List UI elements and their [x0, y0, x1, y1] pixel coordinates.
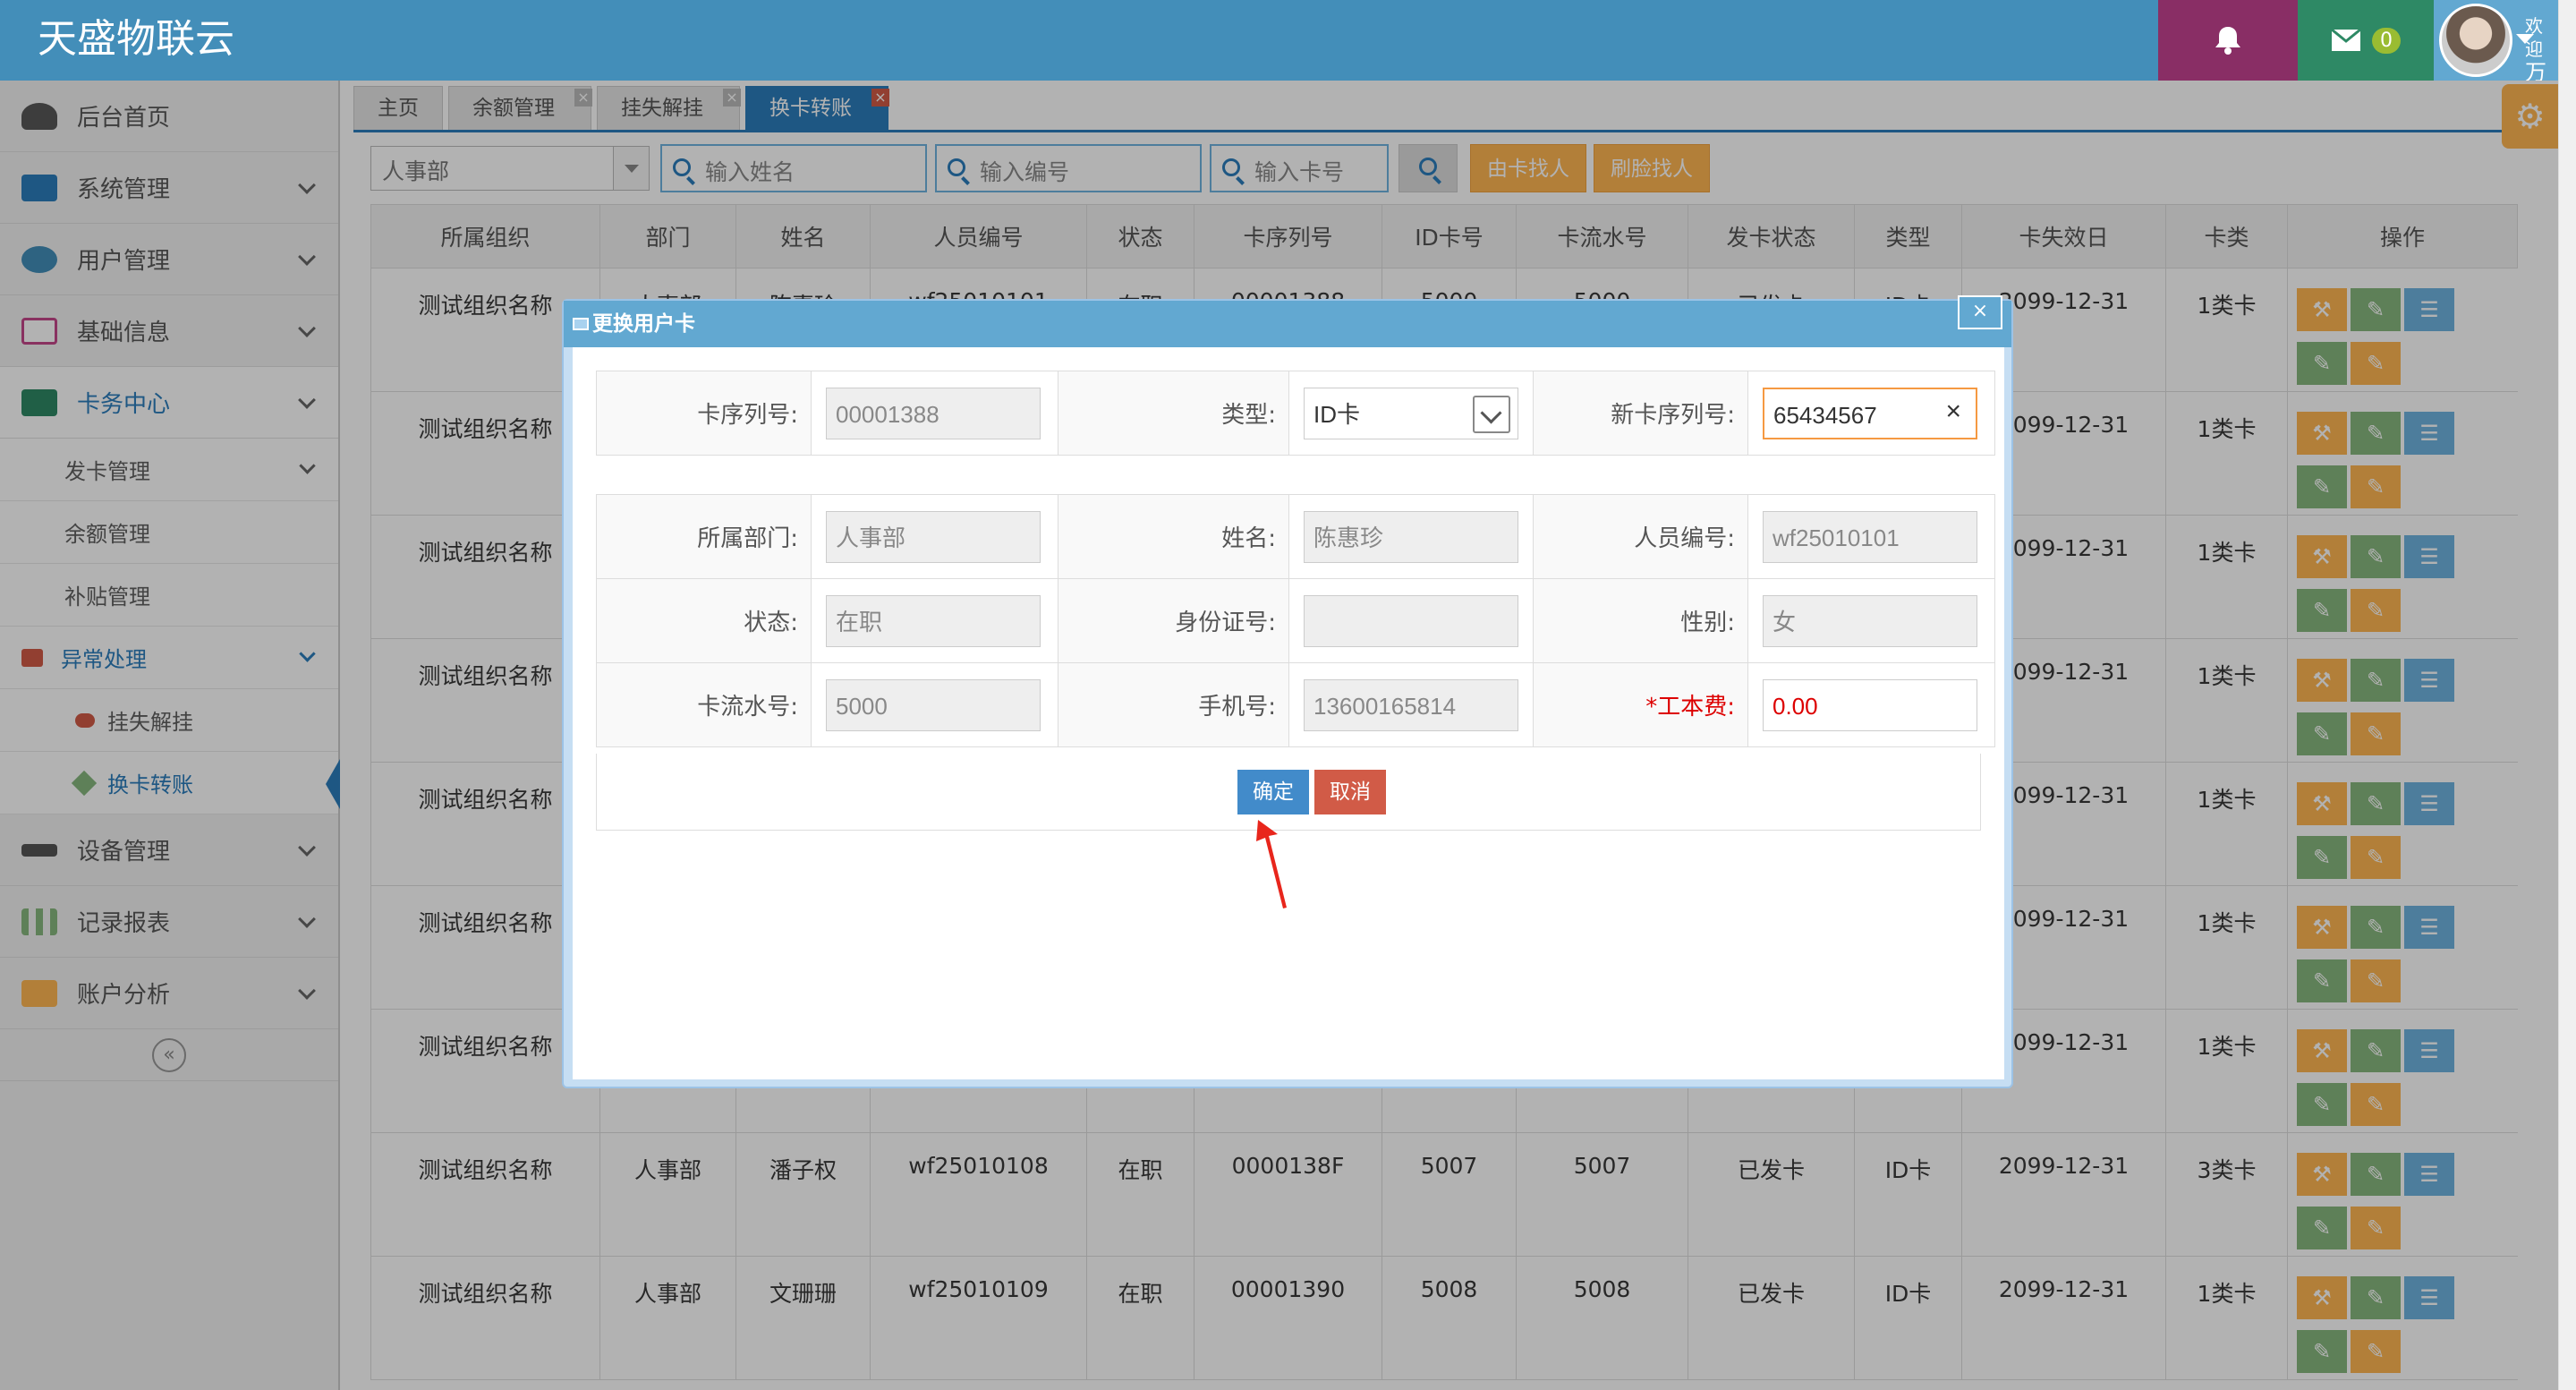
window-icon — [573, 318, 589, 330]
brand-title[interactable]: 天盛物联云 — [38, 13, 234, 66]
phone-field: 13600165814 — [1304, 678, 1518, 731]
status-label: 状态: — [596, 578, 812, 663]
new-serial-label: 新卡序列号: — [1533, 371, 1748, 456]
annotation-arrow-icon — [1256, 820, 1287, 908]
clear-icon[interactable]: × — [1945, 397, 1961, 425]
dept-label: 所属部门: — [596, 494, 812, 579]
gender-field: 女 — [1763, 594, 1977, 647]
page-scrollbar[interactable] — [2558, 0, 2576, 1390]
person-id-label: 人员编号: — [1533, 494, 1748, 579]
chevron-down-icon[interactable] — [1473, 395, 1510, 433]
notifications-button[interactable] — [2158, 0, 2298, 81]
confirm-button[interactable]: 确定 — [1237, 770, 1309, 814]
avatar — [2439, 4, 2512, 77]
id-number-label: 身份证号: — [1058, 578, 1289, 663]
envelope-icon — [2331, 29, 2361, 51]
type-select[interactable]: ID卡 — [1304, 387, 1518, 439]
dialog-close-button[interactable]: × — [1958, 295, 2002, 329]
mail-count-badge: 0 — [2372, 27, 2401, 54]
navbar: 天盛物联云 0 欢迎 万家 — [0, 0, 2576, 107]
replace-card-dialog: 更换用户卡 × 卡序列号: 00001388 类型: ID卡 新卡序列号: 65… — [562, 295, 2013, 1088]
bell-icon — [2215, 27, 2240, 55]
serial-field: 00001388 — [826, 387, 1041, 439]
fee-input[interactable]: 0.00 — [1763, 678, 1977, 731]
user-menu[interactable]: 欢迎 万家 — [2434, 0, 2558, 107]
dialog-body: 卡序列号: 00001388 类型: ID卡 新卡序列号: 65434567 × … — [573, 347, 2004, 1079]
phone-label: 手机号: — [1058, 662, 1289, 747]
flow-field: 5000 — [826, 678, 1041, 731]
new-serial-value: 65434567 — [1773, 401, 1877, 429]
gender-label: 性别: — [1533, 578, 1748, 663]
user-caret-icon[interactable] — [2516, 34, 2534, 44]
dialog-titlebar: 更换用户卡 — [564, 301, 2011, 347]
dialog-title: 更换用户卡 — [592, 312, 695, 336]
new-serial-input[interactable]: 65434567 × — [1763, 387, 1977, 439]
id-number-field — [1304, 594, 1518, 647]
fee-label: *工本费: — [1533, 662, 1748, 747]
name-label: 姓名: — [1058, 494, 1289, 579]
card-info-table: 卡序列号: 00001388 类型: ID卡 新卡序列号: 65434567 × — [596, 371, 1995, 456]
serial-label: 卡序列号: — [596, 371, 812, 456]
dept-field: 人事部 — [826, 510, 1041, 563]
cancel-button[interactable]: 取消 — [1314, 770, 1386, 814]
person-id-field: wf25010101 — [1763, 510, 1977, 563]
flow-label: 卡流水号: — [596, 662, 812, 747]
messages-button[interactable]: 0 — [2298, 0, 2434, 81]
type-select-value: ID卡 — [1314, 400, 1361, 428]
name-field: 陈惠珍 — [1304, 510, 1518, 563]
type-label: 类型: — [1058, 371, 1289, 456]
status-field: 在职 — [826, 594, 1041, 647]
person-info-table: 所属部门: 人事部 姓名: 陈惠珍 人员编号: wf25010101 状态: 在… — [596, 494, 1995, 747]
